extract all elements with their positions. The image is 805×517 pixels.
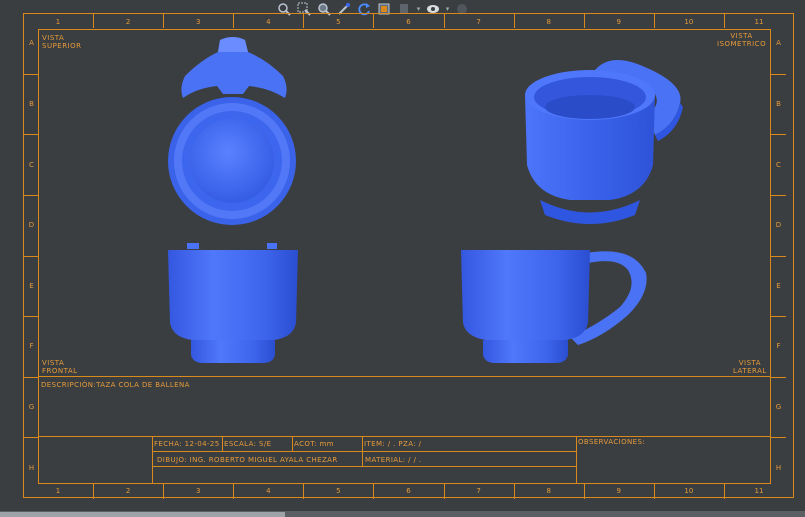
zone-row-label-left: G	[28, 403, 35, 412]
zone-col-tick	[443, 13, 445, 28]
zone-col-label-top: 1	[55, 18, 61, 26]
zone-row-label-right: G	[775, 403, 782, 412]
zone-row-label-left: E	[29, 281, 34, 290]
zone-row-tick	[771, 316, 786, 318]
zone-col-label-top: 9	[616, 18, 621, 26]
title-block-vline-5	[576, 436, 577, 484]
zone-row-tick	[771, 73, 786, 75]
zone-row-tick	[771, 255, 786, 257]
zone-col-label-top: 5	[336, 18, 341, 26]
zone-col-tick	[583, 13, 585, 28]
zone-col-tick	[233, 13, 235, 28]
zone-row-tick	[23, 437, 38, 439]
zone-col-label-bottom: 4	[266, 487, 271, 495]
zone-row-label-right: D	[775, 221, 782, 230]
cup-front-view	[168, 243, 298, 363]
scale-text: ESCALA: S/E	[224, 440, 272, 448]
title-block-vline-2	[222, 436, 223, 451]
zone-col-label-top: 8	[546, 18, 551, 26]
zone-row-label-right: B	[776, 99, 781, 108]
description-text: DESCRIPCIÓN:TAZA COLA DE BALLENA	[41, 381, 190, 389]
zone-col-tick	[583, 484, 585, 499]
zone-row-label-right: F	[776, 342, 781, 351]
zone-col-label-top: 6	[406, 18, 411, 26]
zone-row-label-left: A	[29, 39, 34, 48]
zone-col-tick	[723, 13, 725, 28]
zone-row-tick	[771, 376, 786, 378]
zone-row-tick	[23, 194, 38, 196]
zone-col-label-bottom: 10	[684, 487, 694, 495]
zone-col-tick	[513, 13, 515, 28]
material-text: MATERIAL: / / .	[365, 456, 422, 464]
cup-isometric-view	[525, 60, 683, 224]
view-label-top: VISTA SUPERIOR	[42, 34, 82, 50]
zone-col-label-bottom: 11	[754, 487, 764, 495]
zone-row-tick	[23, 376, 38, 378]
zone-col-tick	[373, 13, 375, 28]
zone-col-tick	[723, 484, 725, 499]
zone-col-tick	[373, 484, 375, 499]
zone-row-label-left: C	[29, 160, 34, 169]
title-block-row-line-2	[152, 466, 576, 467]
zone-col-label-bottom: 8	[546, 487, 551, 495]
zone-row-tick	[771, 437, 786, 439]
observations-text: OBSERVACIONES:	[578, 438, 646, 446]
zone-row-label-left: F	[29, 342, 34, 351]
view-label-side: VISTA LATERAL	[733, 359, 767, 375]
drawing-sheet: ▾ ▾ VISTA SUPERIOR VISTA ISOMETRICO VIST…	[0, 0, 805, 517]
zone-col-tick	[303, 13, 305, 28]
zone-row-label-left: H	[28, 463, 35, 472]
title-block-vline-4	[362, 436, 363, 466]
zone-row-label-right: C	[776, 160, 781, 169]
zone-row-tick	[23, 134, 38, 136]
horizontal-scrollbar[interactable]	[0, 512, 285, 517]
zone-row-tick	[771, 134, 786, 136]
zone-row-tick	[771, 194, 786, 196]
zone-col-tick	[93, 13, 95, 28]
view-label-front: VISTA FRONTAL	[42, 359, 78, 375]
zone-row-label-left: D	[28, 221, 35, 230]
cup-top-view	[168, 37, 296, 225]
zone-col-label-bottom: 1	[55, 487, 61, 495]
zone-col-label-top: 3	[195, 18, 201, 26]
zone-row-label-right: H	[775, 463, 782, 472]
zone-col-label-bottom: 3	[195, 487, 201, 495]
zone-row-label-right: E	[776, 281, 781, 290]
title-block-vline-1	[152, 436, 153, 484]
zone-col-tick	[93, 484, 95, 499]
zone-col-tick	[653, 13, 655, 28]
zone-col-label-top: 7	[476, 18, 481, 26]
zone-col-tick	[233, 484, 235, 499]
drawn-by-text: DIBUJO: ING. ROBERTO MIGUEL AYALA CHEZAR	[157, 456, 338, 464]
zone-col-tick	[303, 484, 305, 499]
zone-col-label-bottom: 2	[125, 487, 131, 495]
date-text: FECHA: 12-04-25	[154, 440, 220, 448]
zone-col-label-top: 4	[266, 18, 271, 26]
zone-row-tick	[23, 316, 38, 318]
zone-col-tick	[163, 13, 165, 28]
zone-col-tick	[163, 484, 165, 499]
zone-col-tick	[513, 484, 515, 499]
units-text: ACOT: mm	[294, 440, 334, 448]
zone-col-label-bottom: 7	[476, 487, 481, 495]
title-block-top-line	[38, 376, 771, 377]
zone-row-label-right: A	[776, 39, 781, 48]
title-block-row-line-1	[152, 451, 576, 452]
zone-col-label-bottom: 6	[406, 487, 411, 495]
zone-row-tick	[23, 73, 38, 75]
view-label-iso: VISTA ISOMETRICO	[717, 32, 767, 48]
zone-col-label-top: 10	[684, 18, 694, 26]
zone-col-tick	[653, 484, 655, 499]
zone-row-label-left: B	[29, 99, 34, 108]
zone-col-label-top: 2	[125, 18, 131, 26]
cup-side-view	[461, 250, 647, 363]
zone-col-tick	[443, 484, 445, 499]
title-block-mid-line	[38, 436, 771, 437]
zone-col-label-top: 11	[754, 18, 764, 26]
zone-row-tick	[23, 255, 38, 257]
zone-col-label-bottom: 5	[336, 487, 341, 495]
zone-col-label-bottom: 9	[616, 487, 621, 495]
title-block-vline-3	[292, 436, 293, 451]
item-text: ITEM: / . PZA: /	[364, 440, 422, 448]
